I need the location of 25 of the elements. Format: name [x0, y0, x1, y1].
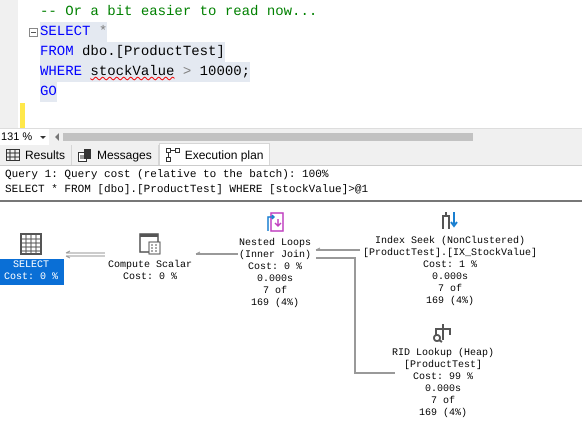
plan-node-label[interactable]: Compute Scalar Cost: 0 % [102, 259, 198, 285]
lookup-icon [432, 323, 454, 343]
query-cost-text: Query 1: Query cost (relative to the batch): 100% [5, 168, 330, 183]
connector-arrow [316, 248, 360, 251]
index-seek-icon [441, 211, 459, 231]
plan-node-label[interactable]: RID Lookup (Heap) [ProductTest] Cost: 99 % 0.000s 7 of 169 (4%) [386, 347, 500, 421]
table-icon [20, 233, 42, 255]
plan-node-label[interactable]: SELECT Cost: 0 % [0, 259, 64, 285]
plan-node-label[interactable]: Index Seek (NonClustered) [ProductTest].[IX_StockValue] Cost: 1 % 0.000s 7 of 169 (4%) [356, 235, 544, 309]
connector-arrow [196, 252, 238, 255]
caret-icon [40, 136, 46, 138]
scroll-left-icon[interactable] [55, 133, 59, 141]
code-line: -- Or a bit easier to read now... [40, 3, 318, 22]
grid-icon [6, 149, 20, 161]
results-tab[interactable]: Execution plan [158, 143, 270, 165]
horizontal-scrollbar[interactable] [63, 133, 473, 141]
query-statement: SELECT * FROM [dbo].[ProductTest] WHERE [stockValue]>@1 [5, 183, 370, 198]
plan-icon [166, 148, 180, 162]
plan-node-label[interactable]: Nested Loops (Inner Join) Cost: 0 % 0.000s 7 of 169 (4%) [232, 237, 317, 311]
connector-arrow [66, 250, 106, 258]
collapse-icon[interactable] [29, 28, 38, 36]
calculator-icon [139, 233, 161, 255]
change-marker [20, 103, 25, 128]
zoom-dropdown[interactable]: 131 % [0, 129, 49, 145]
messages-icon [78, 148, 92, 162]
